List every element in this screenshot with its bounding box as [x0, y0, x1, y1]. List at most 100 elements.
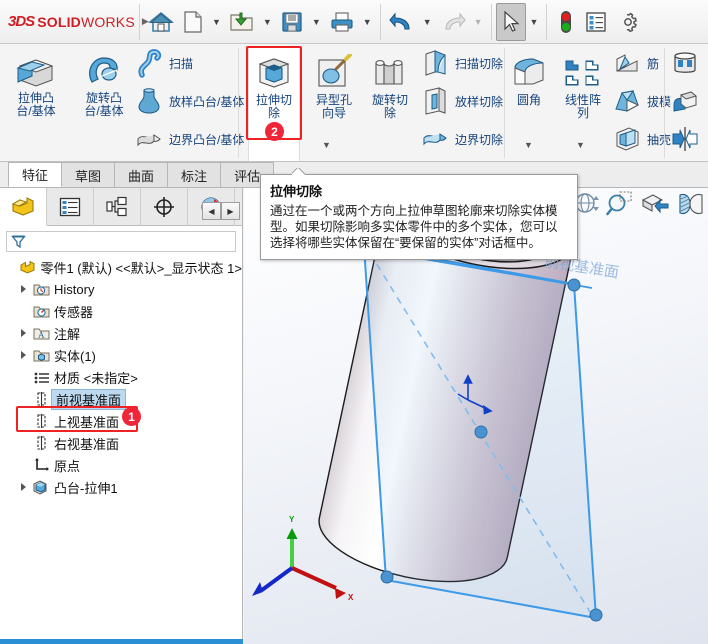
- rebuild-status-button[interactable]: [551, 3, 581, 41]
- tooltip-title: 拉伸切除: [270, 184, 323, 199]
- viewport-toolbar: [574, 190, 706, 221]
- extrude-feature-icon: [31, 479, 51, 495]
- tree-expander-annotations[interactable]: [16, 329, 31, 337]
- filter-funnel-icon: [11, 235, 26, 249]
- open-folder-icon: [230, 12, 253, 31]
- tree-item-right-plane[interactable]: 右视基准面: [4, 432, 242, 454]
- draft-button[interactable]: 拔模: [612, 86, 671, 116]
- tree-item-sensors[interactable]: 传感器: [4, 300, 242, 322]
- lofted-boss-button[interactable]: 放样凸台/基体: [134, 86, 244, 116]
- save-button[interactable]: [276, 3, 308, 41]
- step-badge-2: 2: [265, 122, 284, 141]
- linear-pattern-button[interactable]: 线性阵列: [556, 48, 610, 120]
- swept-boss-button[interactable]: 扫描: [134, 48, 193, 78]
- dome-button[interactable]: [670, 86, 700, 116]
- boundary-icon: [134, 126, 164, 152]
- lofted-cut-button[interactable]: 放样切除: [420, 86, 503, 116]
- select-tool-button[interactable]: [495, 2, 526, 41]
- solidworks-logo[interactable]: 3DS SOLID WORKS ▶: [0, 0, 149, 44]
- tree-item-material[interactable]: 材质 <未指定>: [4, 366, 242, 388]
- boundary-cut-button[interactable]: 边界切除: [420, 124, 503, 154]
- panel-tab-next-button[interactable]: ▶: [221, 202, 240, 220]
- tree-item-annotations-label: 注解: [54, 326, 81, 342]
- mirror-button[interactable]: [670, 124, 700, 154]
- traffic-light-icon: [561, 10, 572, 33]
- undo-button[interactable]: [385, 3, 419, 41]
- tree-item-annotations[interactable]: A 注解: [4, 322, 242, 344]
- crosshair-icon: [154, 196, 174, 217]
- tree-item-history[interactable]: History: [4, 278, 242, 300]
- configuration-manager-tab[interactable]: [94, 187, 141, 226]
- new-document-caret-icon[interactable]: ▼: [208, 17, 225, 27]
- tree-expander-history[interactable]: [16, 285, 31, 293]
- open-document-caret-icon[interactable]: ▼: [259, 17, 276, 27]
- extruded-cut-label: 拉伸切除: [255, 93, 292, 120]
- panel-resize-bar[interactable]: [0, 639, 243, 644]
- redo-button[interactable]: [436, 3, 470, 41]
- shell-label: 抽壳: [647, 132, 672, 147]
- swept-cut-button[interactable]: 扫描切除: [420, 48, 503, 78]
- revolved-boss-button[interactable]: 旋转凸 台/基体: [72, 46, 136, 118]
- revolved-cut-button[interactable]: 旋转切除: [358, 48, 422, 120]
- tree-item-solid-bodies[interactable]: 实体(1): [4, 344, 242, 366]
- revolved-cut-label: 旋转切除: [371, 93, 408, 120]
- hole-wizard-button[interactable]: 异型孔 向导: [302, 48, 366, 120]
- zoom-to-area-icon[interactable]: [606, 190, 634, 221]
- tab-features[interactable]: 特征: [8, 162, 63, 187]
- panel-tab-prev-button[interactable]: ◀: [202, 202, 221, 220]
- tab-sketch[interactable]: 草图: [61, 162, 116, 187]
- shell-button[interactable]: 抽壳: [612, 124, 671, 154]
- feature-manager-tab[interactable]: [0, 187, 47, 226]
- lofted-boss-label: 放样凸台/基体: [169, 94, 245, 109]
- tree-item-front-plane[interactable]: 前视基准面: [4, 388, 242, 410]
- boundary-boss-button[interactable]: 边界凸台/基体: [134, 124, 244, 154]
- tab-surfaces[interactable]: 曲面: [114, 162, 169, 187]
- wrap-button[interactable]: [670, 48, 700, 78]
- print-caret-icon[interactable]: ▼: [359, 17, 376, 27]
- extruded-boss-label: 拉伸凸 台/基体: [16, 91, 56, 118]
- plane-icon-top: [31, 413, 51, 429]
- dimxpert-manager-tab[interactable]: [141, 187, 188, 226]
- panel-tab-strip: ◀ ▶: [0, 187, 242, 226]
- tree-expander-solid-bodies[interactable]: [16, 351, 31, 359]
- open-document-button[interactable]: [225, 3, 259, 41]
- tree-filter-input[interactable]: [6, 231, 236, 252]
- tree-expander-boss-extrude1[interactable]: [16, 483, 31, 491]
- home-button[interactable]: [144, 3, 178, 41]
- tree-item-origin[interactable]: 原点: [4, 454, 242, 476]
- plane-icon: [31, 391, 51, 407]
- tree-item-part-label: 零件1 (默认) <<默认>_显示状态 1>: [40, 260, 242, 276]
- triad-axis-y-label: Y: [289, 515, 295, 524]
- revolved-boss-label: 旋转凸 台/基体: [84, 91, 124, 118]
- cut-group-expand-caret-icon[interactable]: ▼: [322, 140, 331, 150]
- tree-item-part[interactable]: 零件1 (默认) <<默认>_显示状态 1>: [4, 256, 242, 278]
- extruded-cut-button[interactable]: 拉伸切除: [244, 48, 304, 120]
- save-caret-icon[interactable]: ▼: [308, 17, 325, 27]
- new-document-button[interactable]: [178, 3, 208, 41]
- rib-button[interactable]: 筋: [612, 48, 659, 78]
- options-list-icon: [586, 11, 607, 32]
- ribbon-separator-1: [238, 48, 239, 158]
- draft-icon: [612, 88, 642, 114]
- undo-caret-icon[interactable]: ▼: [419, 17, 436, 27]
- display-style-icon[interactable]: [676, 190, 706, 221]
- section-view-icon[interactable]: [640, 190, 670, 221]
- tree-item-right-plane-label: 右视基准面: [54, 436, 120, 452]
- tab-markup[interactable]: 标注: [167, 162, 222, 187]
- loft-cut-icon: [420, 87, 450, 115]
- print-button[interactable]: [325, 3, 359, 41]
- select-tool-caret-icon[interactable]: ▼: [526, 17, 543, 27]
- options-list-button[interactable]: [581, 3, 611, 41]
- pattern-expand-caret-icon[interactable]: ▼: [576, 140, 585, 150]
- loft-icon: [134, 88, 164, 114]
- swept-cut-label: 扫描切除: [455, 56, 504, 71]
- solidworks-window: 3DS SOLID WORKS ▶ ▼ ▼ ▼ ▼ ▼ ▼ ▼ 拉伸凸 台/基体…: [0, 0, 708, 644]
- property-manager-tab[interactable]: [47, 187, 94, 226]
- tree-item-material-label: 材质 <未指定>: [54, 370, 138, 386]
- fillet-expand-caret-icon[interactable]: ▼: [524, 140, 533, 150]
- options-gear-button[interactable]: [611, 3, 643, 41]
- fillet-button[interactable]: 圆角: [504, 48, 554, 107]
- extruded-boss-button[interactable]: 拉伸凸 台/基体: [4, 46, 68, 118]
- redo-caret-icon[interactable]: ▼: [470, 17, 487, 27]
- tree-item-boss-extrude1[interactable]: 凸台-拉伸1: [4, 476, 242, 498]
